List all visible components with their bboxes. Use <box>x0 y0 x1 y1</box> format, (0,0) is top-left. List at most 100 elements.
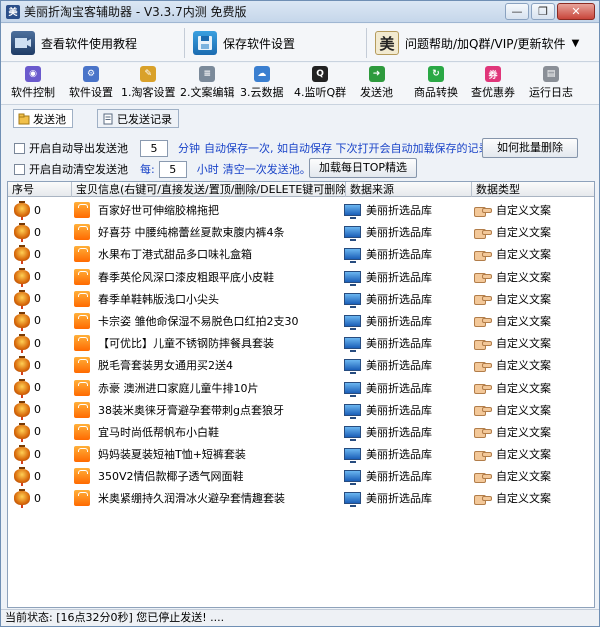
lantern-icon <box>14 422 30 442</box>
row-index: 0 <box>34 247 41 261</box>
table-row[interactable]: 0 春季英伦风深口漆皮粗跟平底小皮鞋 美丽折选品库 自定义文案 <box>8 266 594 288</box>
item-source: 美丽折选品库 <box>366 248 432 262</box>
table-row[interactable]: 0 38装米奥徕牙膏避孕套带刺g点套狼牙 美丽折选品库 自定义文案 <box>8 399 594 421</box>
monitor-icon <box>344 359 361 375</box>
item-type: 自定义文案 <box>496 204 551 217</box>
monitor-icon <box>344 226 361 242</box>
table-row[interactable]: 0 350V2情侣款椰子透气网面鞋 美丽折选品库 自定义文案 <box>8 465 594 487</box>
type-cell: 自定义文案 <box>474 399 594 421</box>
title-bar[interactable]: 美 美丽折淘宝客辅助器 - V3.3.7内测 免费版 — ❐ ✕ <box>1 1 599 23</box>
table-row[interactable]: 0 卡宗姿 雏他命保湿不易脱色口红拍2支30 美丽折选品库 自定义文案 <box>8 310 594 332</box>
tool-cloud-data[interactable]: ☁ 3.云数据 <box>240 66 284 100</box>
settings-icon: ⚙ <box>83 66 99 82</box>
pointing-hand-icon <box>474 360 492 372</box>
lantern-icon <box>14 378 30 398</box>
help-button[interactable]: 美 问题帮助/加Q群/VIP/更新软件 ▼ <box>375 29 579 57</box>
row-index: 0 <box>34 491 41 505</box>
tool-copy-edit[interactable]: ≡ 2.文案编辑 <box>180 66 235 100</box>
item-type: 自定义文案 <box>496 425 551 439</box>
lantern-icon <box>14 334 30 354</box>
pointing-hand-icon <box>474 205 492 217</box>
tool-taoke-settings[interactable]: ✎ 1.淘客设置 <box>121 66 176 100</box>
auto-export-unit: 分钟 <box>178 142 200 155</box>
column-header-index[interactable]: 序号 <box>8 182 72 197</box>
item-type: 自定义文案 <box>496 492 551 506</box>
auto-export-checkbox[interactable] <box>14 142 25 154</box>
lantern-icon <box>14 311 30 331</box>
item-title: 水果布丁港式甜品多口味礼盒箱 <box>98 248 252 262</box>
shopping-bag-icon <box>74 246 90 263</box>
column-header-type[interactable]: 数据类型 <box>472 182 594 197</box>
shopping-bag-icon <box>74 290 90 307</box>
item-type: 自定义文案 <box>496 359 551 373</box>
auto-clear-hours-input[interactable]: 5 <box>158 160 187 178</box>
auto-export-minutes-input[interactable]: 5 <box>140 139 168 157</box>
row-index: 0 <box>34 292 41 306</box>
restore-button[interactable]: ❐ <box>531 3 555 20</box>
shopping-bag-icon <box>74 224 90 241</box>
shopping-bag-icon <box>74 357 90 374</box>
index-cell: 0 <box>14 399 70 421</box>
item-title: 春季英伦风深口漆皮粗跟平底小皮鞋 <box>98 270 274 284</box>
tool-software-settings[interactable]: ⚙ 软件设置 <box>69 66 113 100</box>
tool-label: 3.云数据 <box>240 86 284 99</box>
tool-label: 4.监听Q群 <box>294 86 347 99</box>
column-header-item-info[interactable]: 宝贝信息(右键可/直接发送/置顶/删除/DELETE键可删除) <box>72 182 346 197</box>
index-cell: 0 <box>14 332 70 354</box>
close-button[interactable]: ✕ <box>557 3 595 20</box>
item-cell: 妈妈装夏装短袖T恤+短裤套装 <box>74 443 344 465</box>
tool-send-pool[interactable]: ➜ 发送池 <box>360 66 393 100</box>
main-toolbar: 查看软件使用教程 保存软件设置 美 问题帮助/加Q群/VIP/更新软件 ▼ <box>1 24 599 62</box>
item-source: 美丽折选品库 <box>366 381 432 395</box>
source-cell: 美丽折选品库 <box>344 243 470 265</box>
tool-listen-qq-group[interactable]: Q 4.监听Q群 <box>294 66 346 100</box>
tool-product-convert[interactable]: ↻ 商品转换 <box>414 66 458 100</box>
item-cell: 宜马时尚低帮帆布小白鞋 <box>74 421 344 443</box>
table-row[interactable]: 0 【可优比】儿童不锈钢防摔餐具套装 美丽折选品库 自定义文案 <box>8 332 594 354</box>
tab-bar: 发送池 已发送记录 <box>1 106 599 130</box>
pointing-hand-icon <box>474 382 492 394</box>
document-icon: ≡ <box>199 66 216 82</box>
type-cell: 自定义文案 <box>474 199 594 221</box>
table-row[interactable]: 0 宜马时尚低帮帆布小白鞋 美丽折选品库 自定义文案 <box>8 421 594 443</box>
item-cell: 米奥紧绷持久润滑冰火避孕套情趣套装 <box>74 487 344 509</box>
folder-icon <box>18 113 30 124</box>
chevron-down-icon[interactable]: ▼ <box>572 38 580 49</box>
tool-run-log[interactable]: ▤ 运行日志 <box>529 66 573 100</box>
pointing-hand-icon <box>474 471 492 483</box>
tool-software-control[interactable]: ◉ 软件控制 <box>11 66 55 100</box>
load-daily-top-button[interactable]: 加载每日TOP精选 <box>309 158 417 178</box>
pointing-hand-icon <box>474 338 492 350</box>
index-cell: 0 <box>14 288 70 310</box>
tool-check-coupon[interactable]: 券 查优惠券 <box>471 66 515 100</box>
row-index: 0 <box>34 469 41 483</box>
column-header-source[interactable]: 数据来源 <box>346 182 472 197</box>
item-cell: 卡宗姿 雏他命保湿不易脱色口红拍2支30 <box>74 310 344 332</box>
table-row[interactable]: 0 脱毛膏套装男女通用买2送4 美丽折选品库 自定义文案 <box>8 354 594 376</box>
table-row[interactable]: 0 米奥紧绷持久润滑冰火避孕套情趣套装 美丽折选品库 自定义文案 <box>8 487 594 509</box>
auto-clear-checkbox[interactable] <box>14 163 25 175</box>
item-title: 米奥紧绷持久润滑冰火避孕套情趣套装 <box>98 492 285 506</box>
monitor-icon <box>344 492 361 508</box>
tutorial-button[interactable]: 查看软件使用教程 <box>11 29 137 57</box>
lantern-icon <box>14 245 30 265</box>
shopping-bag-icon <box>74 335 90 352</box>
table-row[interactable]: 0 妈妈装夏装短袖T恤+短裤套装 美丽折选品库 自定义文案 <box>8 443 594 465</box>
lantern-icon <box>14 356 30 376</box>
table-row[interactable]: 0 好喜芬 中腰纯棉蕾丝夏款束腹内裤4条 美丽折选品库 自定义文案 <box>8 221 594 243</box>
item-source: 美丽折选品库 <box>366 359 432 373</box>
table-row[interactable]: 0 赤豪 澳洲进口家庭儿童牛排10片 美丽折选品库 自定义文案 <box>8 377 594 399</box>
lantern-icon <box>14 445 30 465</box>
table-row[interactable]: 0 水果布丁港式甜品多口味礼盒箱 美丽折选品库 自定义文案 <box>8 243 594 265</box>
table-row[interactable]: 0 百家好世可伸缩胶棉拖把 美丽折选品库 自定义文案 <box>8 199 594 221</box>
minimize-button[interactable]: — <box>505 3 529 20</box>
auto-clear-unit: 小时 <box>196 163 219 176</box>
film-icon <box>11 31 35 55</box>
tab-send-pool[interactable]: 发送池 <box>13 109 73 128</box>
lantern-icon <box>14 400 30 420</box>
batch-delete-button[interactable]: 如何批量删除 <box>482 138 578 158</box>
table-row[interactable]: 0 春季单鞋韩版浅口小尖头 美丽折选品库 自定义文案 <box>8 288 594 310</box>
tab-sent-records[interactable]: 已发送记录 <box>97 109 179 128</box>
save-settings-button[interactable]: 保存软件设置 <box>193 29 295 57</box>
lantern-icon <box>14 201 30 220</box>
